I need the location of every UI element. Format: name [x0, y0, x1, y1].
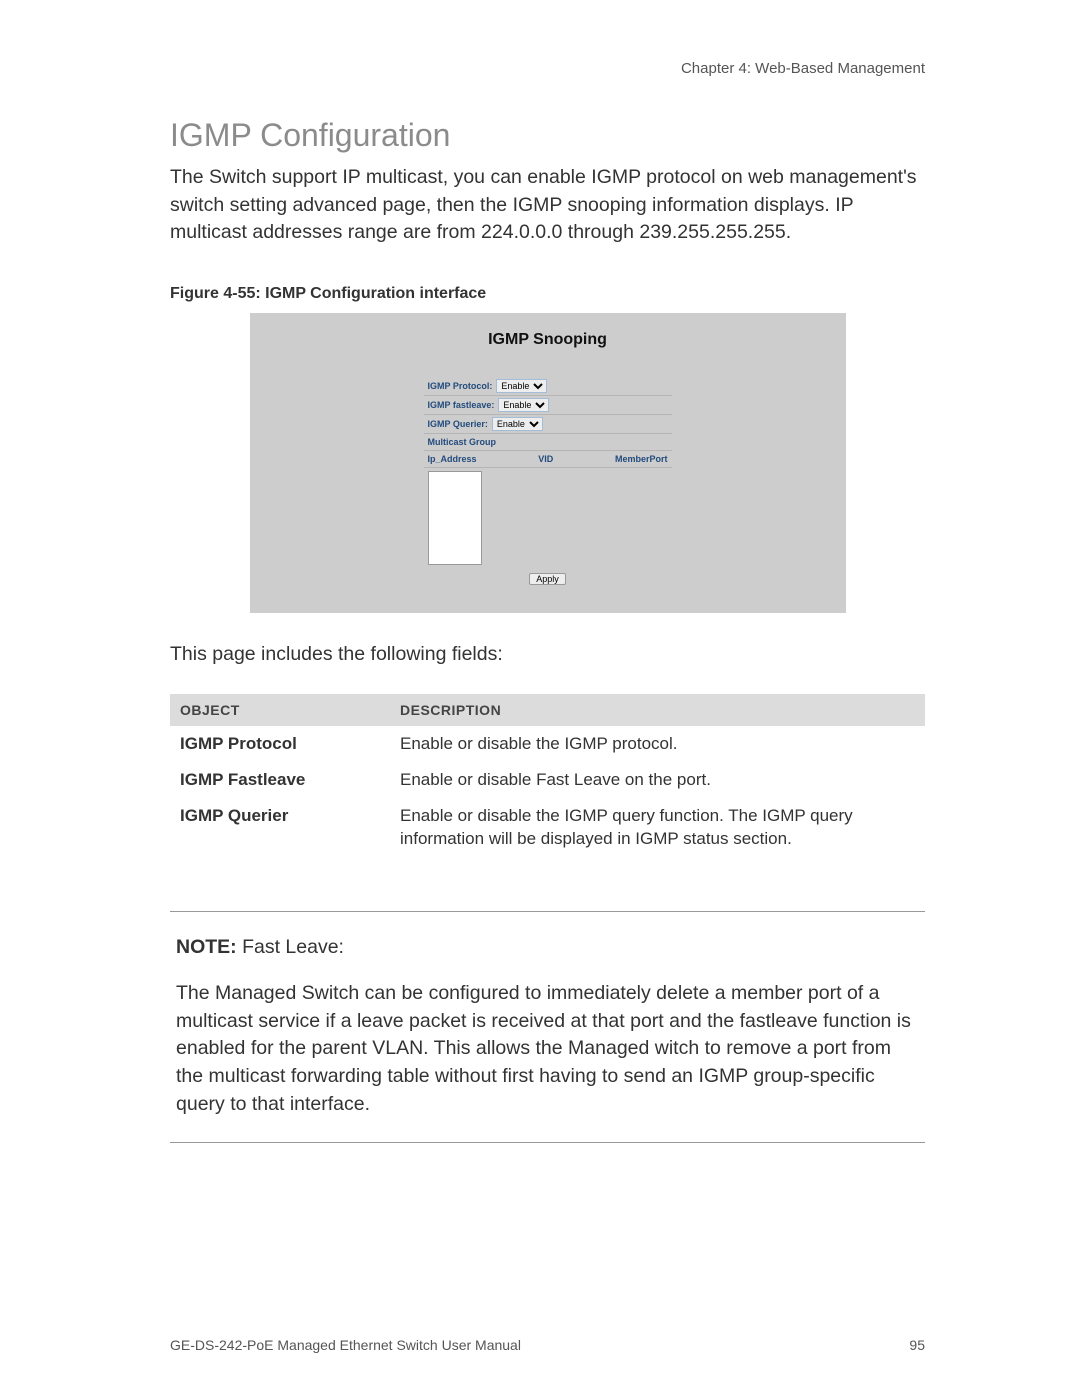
igmp-protocol-select[interactable]: Enable	[496, 379, 547, 393]
igmp-fastleave-label: IGMP fastleave:	[428, 400, 495, 410]
chapter-header: Chapter 4: Web-Based Management	[170, 60, 925, 77]
note-label: NOTE:	[176, 936, 237, 958]
panel-title: IGMP Snooping	[250, 313, 846, 377]
footer-page-number: 95	[909, 1337, 925, 1353]
fields-header-object: OBJECT	[170, 694, 390, 726]
igmp-querier-label: IGMP Querier:	[428, 419, 488, 429]
page-footer: GE-DS-242-PoE Managed Ethernet Switch Us…	[170, 1337, 925, 1353]
fields-table: OBJECT DESCRIPTION IGMP Protocol Enable …	[170, 694, 925, 857]
footer-manual-title: GE-DS-242-PoE Managed Ethernet Switch Us…	[170, 1337, 521, 1353]
document-page: Chapter 4: Web-Based Management IGMP Con…	[0, 0, 1080, 1397]
igmp-form: IGMP Protocol: Enable IGMP fastleave: En…	[424, 377, 672, 585]
multicast-columns: Ip_Address VID MemberPort	[424, 451, 672, 468]
table-row: IGMP Protocol Enable or disable the IGMP…	[170, 726, 925, 762]
field-description: Enable or disable the IGMP protocol.	[390, 726, 925, 762]
figure-screenshot: IGMP Snooping IGMP Protocol: Enable IGMP…	[250, 313, 846, 613]
apply-button[interactable]: Apply	[529, 573, 566, 585]
col-vid: VID	[538, 454, 553, 464]
igmp-fastleave-select[interactable]: Enable	[498, 398, 549, 412]
igmp-querier-row: IGMP Querier: Enable	[424, 415, 672, 434]
field-description: Enable or disable Fast Leave on the port…	[390, 762, 925, 798]
section-intro: The Switch support IP multicast, you can…	[170, 164, 925, 247]
field-object: IGMP Querier	[170, 798, 390, 858]
fields-header-description: DESCRIPTION	[390, 694, 925, 726]
field-object: IGMP Protocol	[170, 726, 390, 762]
note-label-suffix: Fast Leave:	[237, 936, 344, 958]
igmp-protocol-label: IGMP Protocol:	[428, 381, 493, 391]
ip-address-listbox[interactable]	[428, 471, 482, 565]
field-description: Enable or disable the IGMP query functio…	[390, 798, 925, 858]
fields-intro: This page includes the following fields:	[170, 643, 925, 666]
table-row: IGMP Fastleave Enable or disable Fast Le…	[170, 762, 925, 798]
section-title: IGMP Configuration	[170, 117, 925, 154]
col-ip: Ip_Address	[428, 454, 477, 464]
figure-caption: Figure 4-55: IGMP Configuration interfac…	[170, 285, 925, 303]
table-row: IGMP Querier Enable or disable the IGMP …	[170, 798, 925, 858]
igmp-fastleave-row: IGMP fastleave: Enable	[424, 396, 672, 415]
note-block: NOTE: Fast Leave: The Managed Switch can…	[170, 911, 925, 1143]
igmp-protocol-row: IGMP Protocol: Enable	[424, 377, 672, 396]
col-member: MemberPort	[615, 454, 668, 464]
igmp-querier-select[interactable]: Enable	[492, 417, 543, 431]
multicast-group-label: Multicast Group	[424, 434, 672, 451]
field-object: IGMP Fastleave	[170, 762, 390, 798]
note-body: The Managed Switch can be configured to …	[176, 980, 919, 1118]
